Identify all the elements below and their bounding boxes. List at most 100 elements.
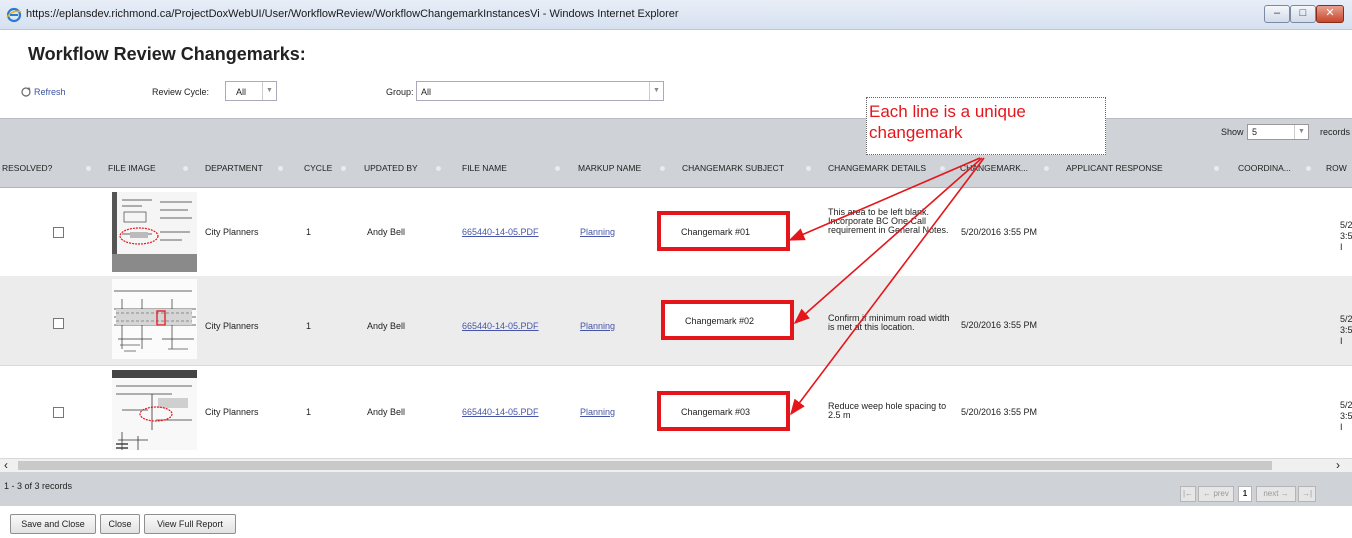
column-header-file-name[interactable]: FILE NAME	[462, 163, 507, 173]
pager-prev-button[interactable]: ← prev	[1198, 486, 1234, 502]
grid-toolbar: Show 5 ▼ records	[0, 118, 1352, 148]
table-row[interactable]: City Planners 1 Andy Bell 665440-14-05.P…	[0, 367, 1352, 459]
pager-first-button[interactable]: |←	[1180, 486, 1196, 502]
markup-name-link[interactable]: Planning	[580, 321, 615, 331]
row-date-cell: 5/20/3:56 I	[1340, 220, 1352, 253]
column-header-file-image[interactable]: FILE IMAGE	[108, 163, 156, 173]
chevron-down-icon[interactable]: ▼	[262, 82, 276, 100]
cycle-cell: 1	[306, 321, 312, 331]
column-header-changemark-date[interactable]: CHANGEMARK...	[960, 163, 1028, 173]
row-date-text: 5/20/	[1340, 400, 1352, 410]
pager-last-button[interactable]: →|	[1298, 486, 1316, 502]
row-time-text: 3:56 I	[1340, 411, 1352, 432]
column-header-updated-by[interactable]: UPDATED BY	[364, 163, 418, 173]
chevron-down-icon[interactable]: ▼	[649, 82, 663, 100]
row-date-text: 5/20/	[1340, 314, 1352, 324]
scroll-right-icon[interactable]: ›	[1336, 459, 1340, 472]
view-full-report-button[interactable]: View Full Report	[144, 514, 236, 534]
column-separator-icon	[183, 166, 188, 171]
group-value: All	[421, 87, 432, 97]
file-thumbnail[interactable]	[112, 192, 197, 272]
department-cell: City Planners	[205, 321, 259, 331]
page-title: Workflow Review Changemarks:	[28, 44, 306, 64]
drawing-thumbnail-image	[112, 370, 197, 450]
cycle-cell: 1	[306, 227, 312, 237]
review-cycle-label: Review Cycle:	[152, 87, 210, 97]
department-cell: City Planners	[205, 227, 259, 237]
group-select[interactable]: All ▼	[416, 81, 664, 101]
file-name-link[interactable]: 665440-14-05.PDF	[462, 407, 539, 417]
column-header-changemark-details[interactable]: CHANGEMARK DETAILS	[828, 163, 926, 173]
column-separator-icon	[940, 166, 945, 171]
changemark-details-cell: Confirm if minimum road width is met at …	[828, 313, 950, 332]
row-date-cell: 5/20/3:56 I	[1340, 314, 1352, 347]
resolved-checkbox[interactable]	[53, 407, 64, 418]
resolved-checkbox[interactable]	[53, 318, 64, 329]
page-size-value: 5	[1252, 127, 1258, 137]
horizontal-scrollbar[interactable]: ‹ ›	[0, 459, 1352, 472]
review-cycle-value: All	[236, 87, 247, 97]
resolved-checkbox[interactable]	[53, 227, 64, 238]
department-cell: City Planners	[205, 407, 259, 417]
changemark-subject-highlight: Changemark #01	[657, 211, 790, 251]
column-header-department[interactable]: DEPARTMENT	[205, 163, 263, 173]
window-titlebar: https://eplansdev.richmond.ca/ProjectDox…	[0, 0, 1352, 30]
column-header-row[interactable]: ROW	[1326, 163, 1347, 173]
grid-footer: 1 - 3 of 3 records |← ← prev 1 next → →|	[0, 472, 1352, 506]
column-header-markup-name[interactable]: MARKUP NAME	[578, 163, 641, 173]
updated-by-cell: Andy Bell	[367, 227, 406, 237]
changemark-date-cell: 5/20/2016 3:55 PM	[961, 227, 1038, 237]
markup-name-link[interactable]: Planning	[580, 227, 615, 237]
column-separator-icon	[86, 166, 91, 171]
drawing-thumbnail-image	[112, 192, 197, 272]
updated-by-cell: Andy Bell	[367, 321, 406, 331]
close-window-button[interactable]: ✕	[1316, 5, 1344, 23]
column-header-resolved[interactable]: RESOLVED?	[2, 163, 52, 173]
window-title: https://eplansdev.richmond.ca/ProjectDox…	[26, 8, 679, 20]
column-separator-icon	[660, 166, 665, 171]
file-name-link[interactable]: 665440-14-05.PDF	[462, 321, 539, 331]
pager-current-page[interactable]: 1	[1238, 486, 1252, 502]
table-row[interactable]: City Planners 1 Andy Bell 665440-14-05.P…	[0, 276, 1352, 366]
minimize-button[interactable]: –	[1264, 5, 1290, 23]
column-header-changemark-subject[interactable]: CHANGEMARK SUBJECT	[682, 163, 784, 173]
table-header: RESOLVED? FILE IMAGE DEPARTMENT CYCLE UP…	[0, 148, 1352, 188]
maximize-button[interactable]: □	[1290, 5, 1316, 23]
updated-by-cell: Andy Bell	[367, 407, 406, 417]
annotation-callout: Each line is a unique changemark	[866, 97, 1106, 155]
close-button[interactable]: Close	[100, 514, 140, 534]
chevron-down-icon[interactable]: ▼	[1294, 125, 1308, 139]
dialog-buttons: Save and Close Close View Full Report	[0, 514, 1352, 538]
row-time-text: 3:56 I	[1340, 325, 1352, 346]
show-label: Show	[1221, 127, 1244, 137]
column-separator-icon	[1214, 166, 1219, 171]
scroll-left-icon[interactable]: ‹	[4, 459, 8, 472]
column-header-applicant-response[interactable]: APPLICANT RESPONSE	[1066, 163, 1163, 173]
row-time-text: 3:56 I	[1340, 231, 1352, 252]
column-separator-icon	[555, 166, 560, 171]
refresh-link[interactable]: Refresh	[34, 87, 66, 97]
changemark-subject-cell: Changemark #03	[681, 407, 751, 417]
refresh-icon[interactable]	[20, 86, 32, 98]
review-cycle-select[interactable]: All ▼	[225, 81, 277, 101]
drawing-thumbnail-image	[112, 279, 197, 359]
pager-next-button[interactable]: next →	[1256, 486, 1296, 502]
column-separator-icon	[1306, 166, 1311, 171]
column-separator-icon	[1044, 166, 1049, 171]
file-thumbnail[interactable]	[112, 370, 197, 450]
markup-name-link[interactable]: Planning	[580, 407, 615, 417]
records-count: 1 - 3 of 3 records	[4, 481, 73, 491]
filter-row: Refresh Review Cycle: All ▼ Group: All ▼	[0, 80, 1352, 104]
scrollbar-thumb[interactable]	[18, 461, 1272, 470]
file-thumbnail[interactable]	[112, 279, 197, 359]
changemark-subject-highlight: Changemark #02	[661, 300, 794, 340]
page-size-select[interactable]: 5 ▼	[1247, 124, 1309, 140]
changemark-subject-cell: Changemark #01	[681, 227, 751, 237]
file-name-link[interactable]: 665440-14-05.PDF	[462, 227, 539, 237]
save-and-close-button[interactable]: Save and Close	[10, 514, 96, 534]
column-header-cycle[interactable]: CYCLE	[304, 163, 332, 173]
table-row[interactable]: City Planners 1 Andy Bell 665440-14-05.P…	[0, 189, 1352, 279]
column-header-coordinates[interactable]: COORDINA...	[1238, 163, 1291, 173]
internet-explorer-icon	[6, 7, 22, 23]
changemark-details-cell: This area to be left blank. Incorporate …	[828, 207, 949, 235]
